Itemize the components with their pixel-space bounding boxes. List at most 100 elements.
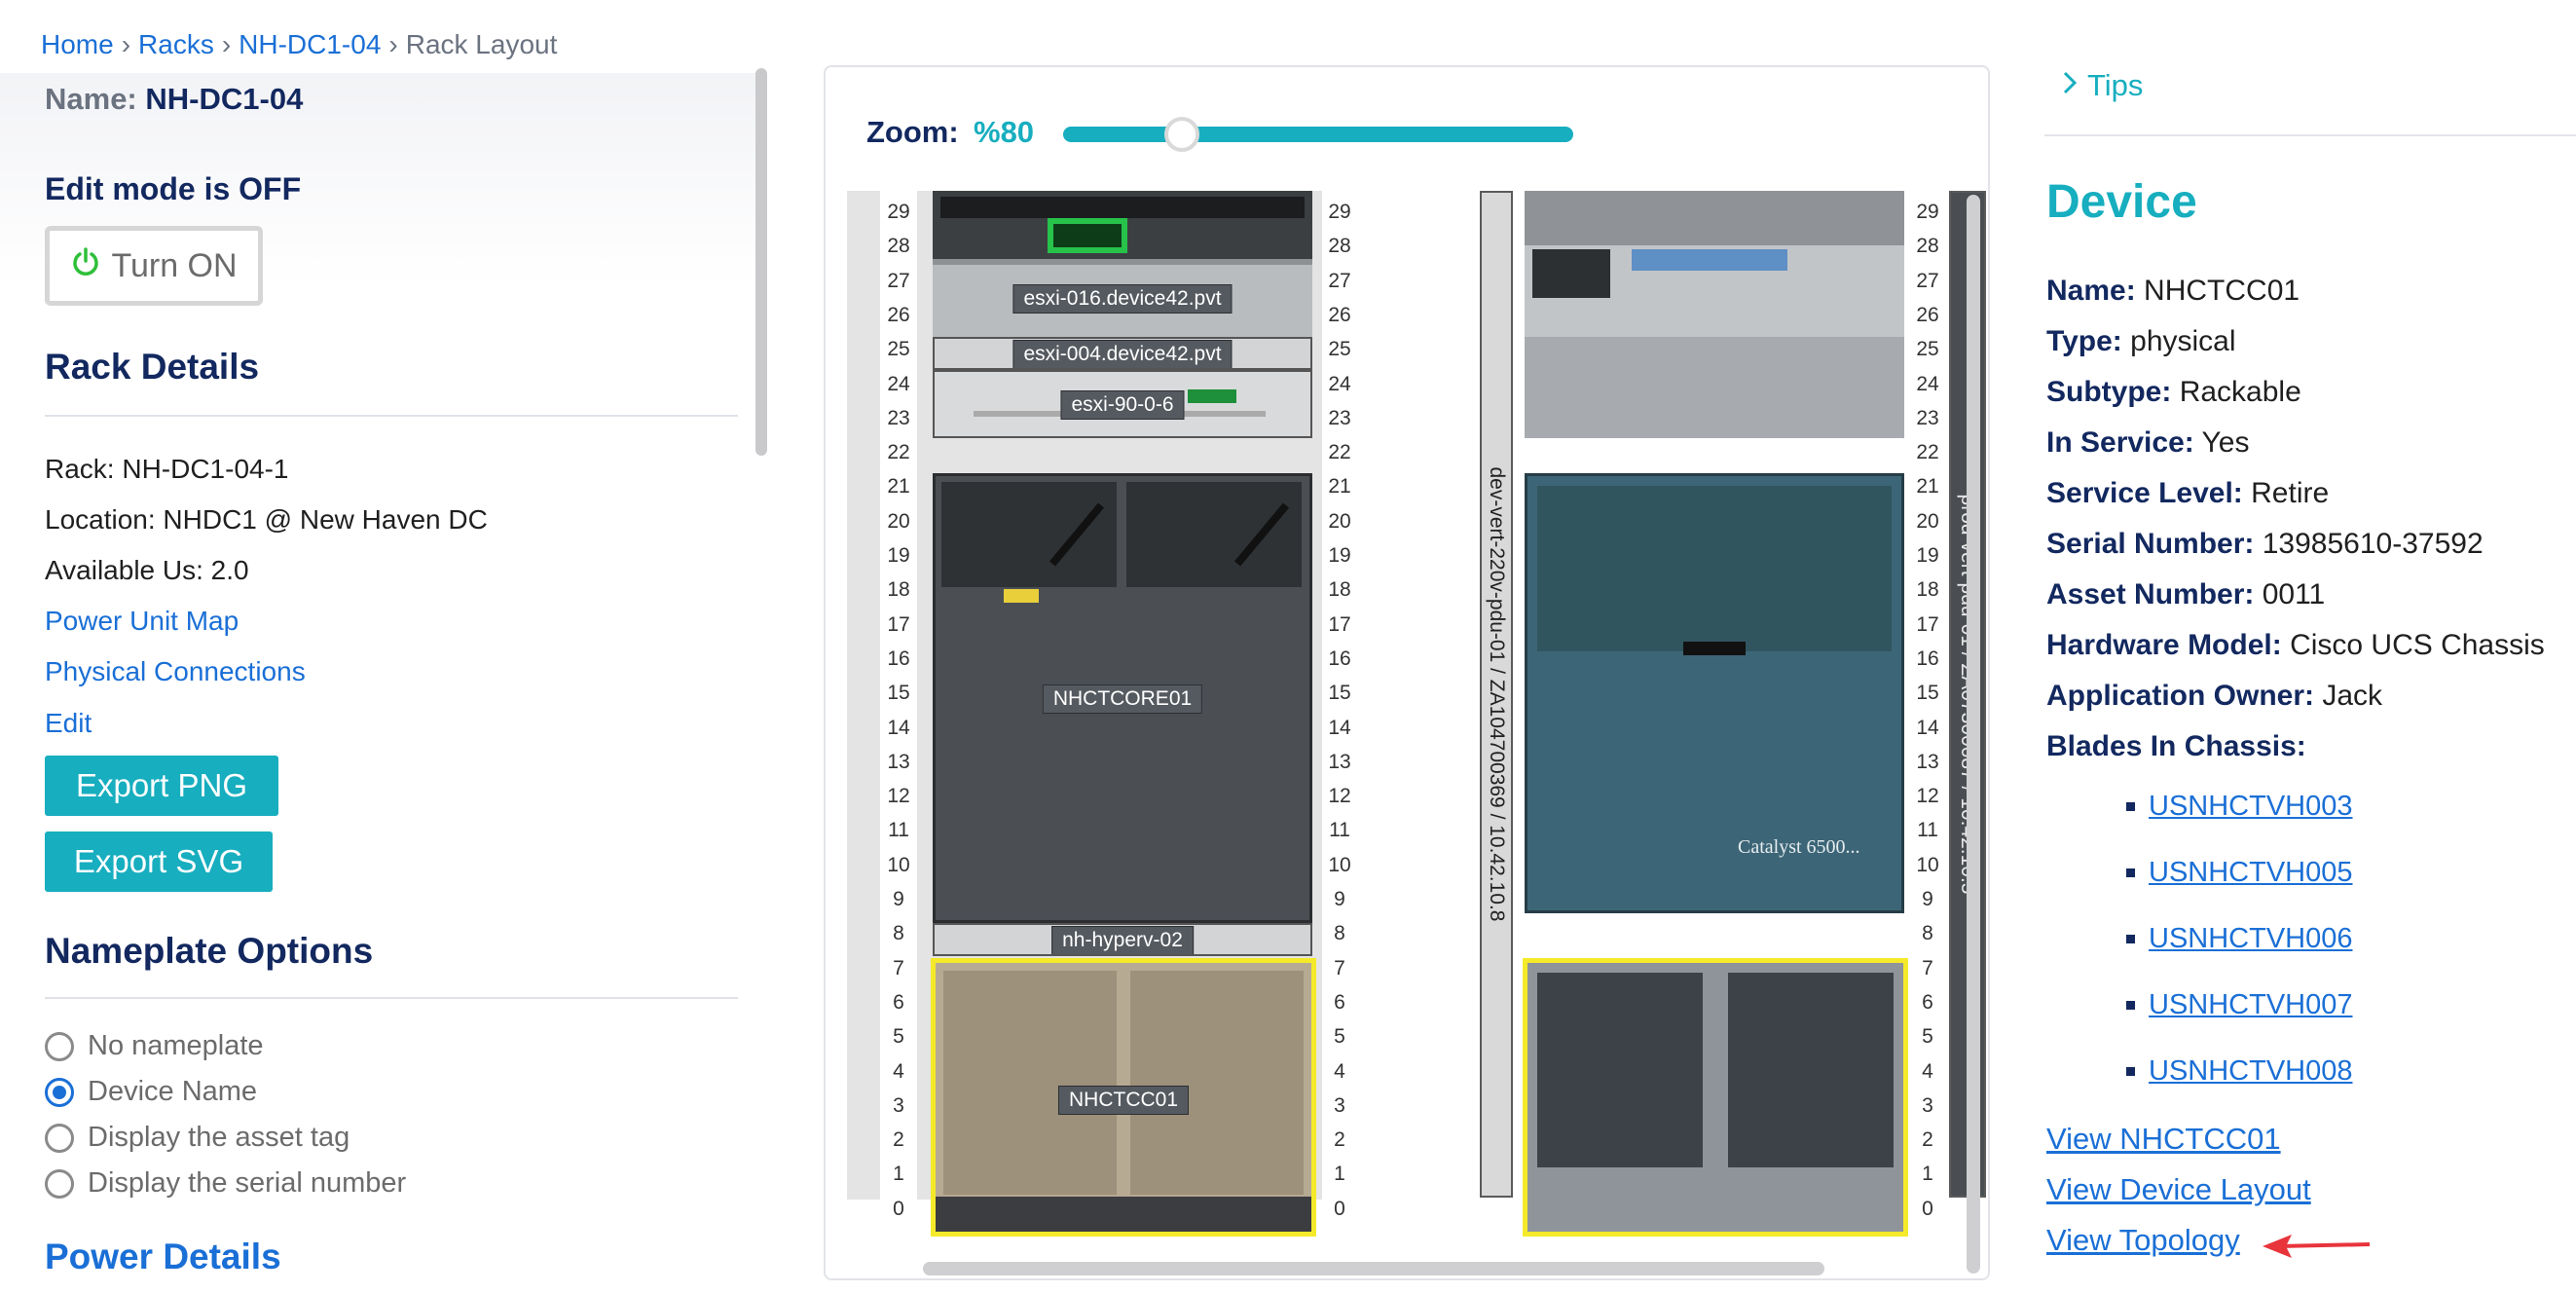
property-value: Jack [2322, 680, 2383, 712]
blade-item[interactable]: USNHCTVH005 [2126, 857, 2353, 889]
server-back-panel [1525, 191, 1904, 438]
rack-unit-number: 25 [887, 338, 910, 361]
rack-unit-number: 12 [1328, 785, 1351, 808]
rack-unit-number: 16 [1328, 646, 1351, 670]
device-property: Name: NHCTCC01 [2046, 275, 2300, 308]
rack-unit-number: 26 [1916, 303, 1939, 326]
breadcrumb-racks[interactable]: Racks [138, 29, 214, 59]
device-nameplate: esxi-016.device42.pvt [1012, 284, 1233, 314]
nameplate-option-serial-number[interactable]: Display the serial number [45, 1167, 406, 1200]
power-details-heading[interactable]: Power Details [45, 1237, 281, 1277]
rack-unit-number: 23 [887, 406, 910, 429]
blade-item[interactable]: USNHCTVH003 [2126, 791, 2353, 823]
radio-button[interactable] [45, 1168, 74, 1199]
rack-unit-number: 16 [1916, 646, 1939, 670]
power-icon [70, 246, 101, 286]
turn-on-button[interactable]: Turn ON [45, 226, 263, 306]
chassis-nhctcc01-selected[interactable]: NHCTCC01 [931, 958, 1316, 1237]
breadcrumb: Home › Racks › NH-DC1-04 › Rack Layout [41, 29, 557, 60]
blade-item[interactable]: USNHCTVH008 [2126, 1055, 2353, 1088]
physical-connections-link[interactable]: Physical Connections [45, 656, 306, 687]
zoom-slider-handle[interactable] [1164, 117, 1199, 152]
server-back-view[interactable] [1525, 191, 1904, 438]
available-us-text: Available Us: 2.0 [45, 555, 249, 585]
property-key: Type: [2046, 325, 2122, 357]
nameplate-option-asset-tag[interactable]: Display the asset tag [45, 1122, 350, 1154]
rack-unit-number: 6 [1922, 990, 1933, 1014]
view-topology-link[interactable]: View Topology [2046, 1223, 2240, 1258]
left-panel-scrollbar[interactable] [755, 68, 767, 456]
rack-unit-number: 17 [1328, 612, 1351, 636]
rack-unit-number: 15 [1916, 682, 1939, 705]
blade-link[interactable]: USNHCTVH003 [2149, 791, 2353, 823]
server-esxi-90-0-6[interactable]: esxi-90-0-6 [933, 370, 1312, 438]
zoom-label: Zoom: [866, 115, 959, 149]
export-png-button[interactable]: Export PNG [45, 756, 278, 816]
rack-unit-number: 14 [1328, 716, 1351, 739]
rack-unit-number: 14 [1916, 716, 1939, 739]
property-key: Application Owner: [2046, 680, 2315, 712]
radio-button-selected[interactable] [45, 1077, 74, 1107]
rack-unit-number: 20 [887, 509, 910, 533]
breadcrumb-rack[interactable]: NH-DC1-04 [239, 29, 381, 59]
nameplate-option-none[interactable]: No nameplate [45, 1030, 264, 1062]
blade-item[interactable]: USNHCTVH007 [2126, 989, 2353, 1021]
rack-unit-number: 5 [893, 1025, 904, 1049]
property-value: Retire [2251, 477, 2330, 509]
vertical-scrollbar[interactable] [1967, 195, 1980, 1274]
tips-toggle[interactable]: Tips [2062, 68, 2143, 103]
breadcrumb-separator: › [221, 29, 232, 59]
radio-button[interactable] [45, 1031, 74, 1061]
switch-nhctcore01[interactable]: NHCTCORE01 [933, 473, 1312, 923]
blade-link[interactable]: USNHCTVH007 [2149, 989, 2353, 1021]
chassis-catalyst-6500[interactable]: Catalyst 6500... [1525, 473, 1904, 913]
blade-link[interactable]: USNHCTVH005 [2149, 857, 2353, 889]
radio-button[interactable] [45, 1123, 74, 1153]
server-esxi-004[interactable]: esxi-004.device42.pvt [933, 337, 1312, 370]
horizontal-scrollbar[interactable] [923, 1262, 1824, 1275]
zoom-slider[interactable] [1063, 127, 1573, 142]
device-property: Hardware Model: Cisco UCS Chassis [2046, 629, 2545, 662]
rack-unit-number: 18 [1328, 578, 1351, 602]
rack-unit-number: 22 [887, 441, 910, 464]
server-esxi-016[interactable]: esxi-016.device42.pvt [933, 191, 1312, 337]
device-property: Blades In Chassis: [2046, 730, 2306, 763]
blade-link[interactable]: USNHCTVH006 [2149, 923, 2353, 955]
rack-unit-number: 15 [1328, 682, 1351, 705]
breadcrumb-home[interactable]: Home [41, 29, 114, 59]
rack-unit-number: 13 [1328, 750, 1351, 773]
rack-unit-number: 15 [887, 682, 910, 705]
property-value: NHCTCC01 [2144, 275, 2300, 307]
rack-unit-number: 23 [1916, 406, 1939, 429]
edit-rack-link[interactable]: Edit [45, 708, 92, 739]
rack-unit-number: 11 [1917, 819, 1938, 842]
rack-unit-number: 28 [1328, 235, 1351, 258]
view-device-layout-link[interactable]: View Device Layout [2046, 1172, 2311, 1207]
bullet [2126, 1067, 2135, 1076]
bullet [2126, 802, 2135, 811]
rack-unit-number: 23 [1328, 406, 1351, 429]
rack-unit-number: 18 [887, 578, 910, 602]
pdu-left[interactable]: dev-vert-220v-pdu-01 / ZA104700369 / 10.… [1480, 191, 1513, 1198]
rack-unit-number: 19 [887, 544, 910, 567]
rack-unit-number: 21 [1328, 475, 1351, 499]
view-device-link[interactable]: View NHCTCC01 [2046, 1122, 2281, 1157]
server-nh-hyperv-02[interactable]: nh-hyperv-02 [933, 923, 1312, 956]
export-svg-button[interactable]: Export SVG [45, 831, 273, 892]
blade-link[interactable]: USNHCTVH008 [2149, 1055, 2353, 1088]
rack-unit-number: 5 [1334, 1025, 1345, 1049]
nameplate-option-device-name[interactable]: Device Name [45, 1076, 257, 1108]
blade-item[interactable]: USNHCTVH006 [2126, 923, 2353, 955]
device-brand-label: Catalyst 6500... [1738, 836, 1860, 858]
edit-mode-status: Edit mode is OFF [45, 171, 302, 206]
rack-unit-number: 22 [1328, 441, 1351, 464]
power-unit-map-link[interactable]: Power Unit Map [45, 606, 239, 637]
zoom-value: %80 [974, 115, 1035, 149]
property-key: Subtype: [2046, 376, 2172, 408]
rack-unit-number: 28 [887, 235, 910, 258]
rack-unit-number: 26 [1328, 303, 1351, 326]
rack-unit-scale-back: 29 28 27 26 25 24 23 22 21 20 19 18 17 16 15 14 13 12 11 10… [1910, 191, 1945, 1233]
chassis-nhctcc01-back-selected[interactable] [1523, 958, 1908, 1237]
rack-unit-number: 11 [888, 819, 909, 842]
breadcrumb-separator: › [121, 29, 131, 59]
